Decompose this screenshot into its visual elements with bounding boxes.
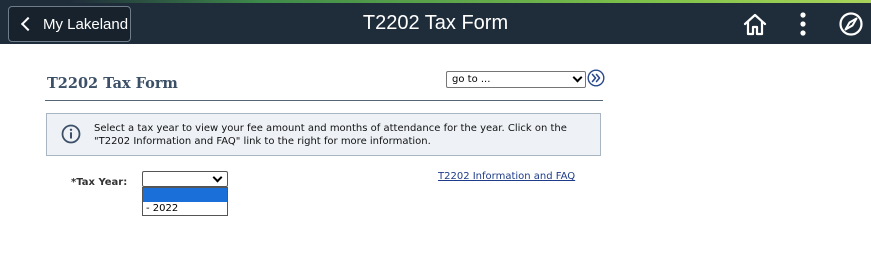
app-header: My Lakeland T2202 Tax Form — [0, 3, 871, 44]
back-button[interactable]: My Lakeland — [8, 6, 131, 42]
info-message-line-2: "T2202 Information and FAQ" link to the … — [94, 136, 431, 147]
chevron-down-icon — [572, 72, 583, 83]
double-chevron-right-icon — [587, 69, 605, 87]
info-icon — [61, 124, 81, 144]
navbar-compass-icon[interactable] — [837, 10, 865, 38]
chevron-left-icon — [20, 16, 36, 32]
goto-select-value: go to ... — [452, 74, 491, 85]
go-button[interactable] — [587, 69, 605, 87]
title-divider — [45, 100, 603, 101]
tax-year-dropdown-list: - 2022 — [142, 187, 228, 216]
info-message-line-1: Select a tax year to view your fee amoun… — [94, 123, 567, 134]
back-button-label: My Lakeland — [43, 15, 129, 33]
faq-link[interactable]: T2202 Information and FAQ — [438, 171, 575, 182]
tax-year-select[interactable] — [142, 171, 228, 187]
tax-year-option-blank[interactable] — [143, 188, 227, 202]
tax-year-label: *Tax Year: — [71, 177, 128, 188]
chevron-down-icon — [212, 172, 223, 183]
tax-year-option-2022[interactable]: - 2022 — [143, 202, 227, 216]
goto-select[interactable]: go to ... — [446, 71, 586, 88]
home-icon[interactable] — [741, 10, 769, 38]
more-vertical-icon[interactable] — [789, 10, 817, 38]
page-title: T2202 Tax Form — [47, 75, 178, 92]
info-message-box: Select a tax year to view your fee amoun… — [46, 113, 601, 156]
info-message-text: Select a tax year to view your fee amoun… — [94, 122, 594, 148]
